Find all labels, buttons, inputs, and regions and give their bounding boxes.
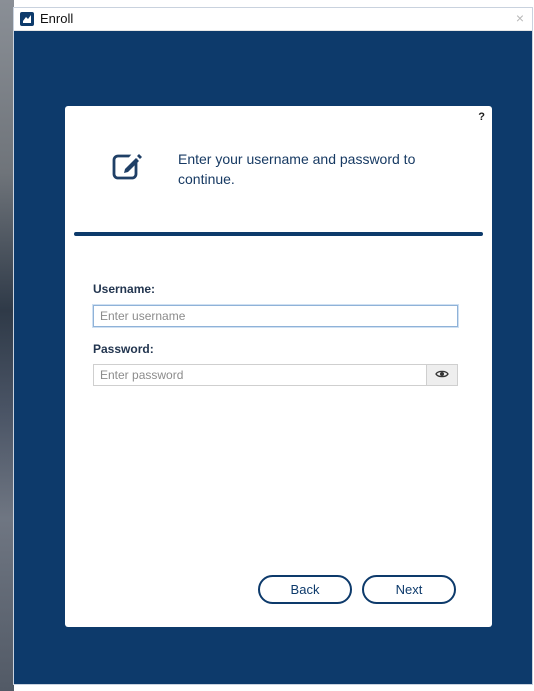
edit-icon [112,150,144,182]
back-button[interactable]: Back [258,575,352,604]
username-input[interactable] [93,305,458,327]
password-input[interactable] [93,364,426,386]
username-label: Username: [93,282,156,296]
help-button[interactable]: ? [478,111,485,123]
password-label: Password: [93,342,154,356]
next-button[interactable]: Next [362,575,456,604]
show-password-button[interactable] [426,364,458,386]
enroll-app-icon [20,12,34,26]
instruction-text: Enter your username and password to cont… [178,151,416,187]
window-title: Enroll [40,11,74,26]
header-divider [74,232,483,236]
close-icon[interactable]: × [516,11,524,25]
eye-icon [435,366,449,384]
enroll-window: Enroll × ? Enter your username and passw… [14,8,532,684]
desktop-background [0,0,14,691]
login-card: ? Enter your username and password to co… [65,106,492,627]
title-bar: Enroll × [14,8,532,31]
